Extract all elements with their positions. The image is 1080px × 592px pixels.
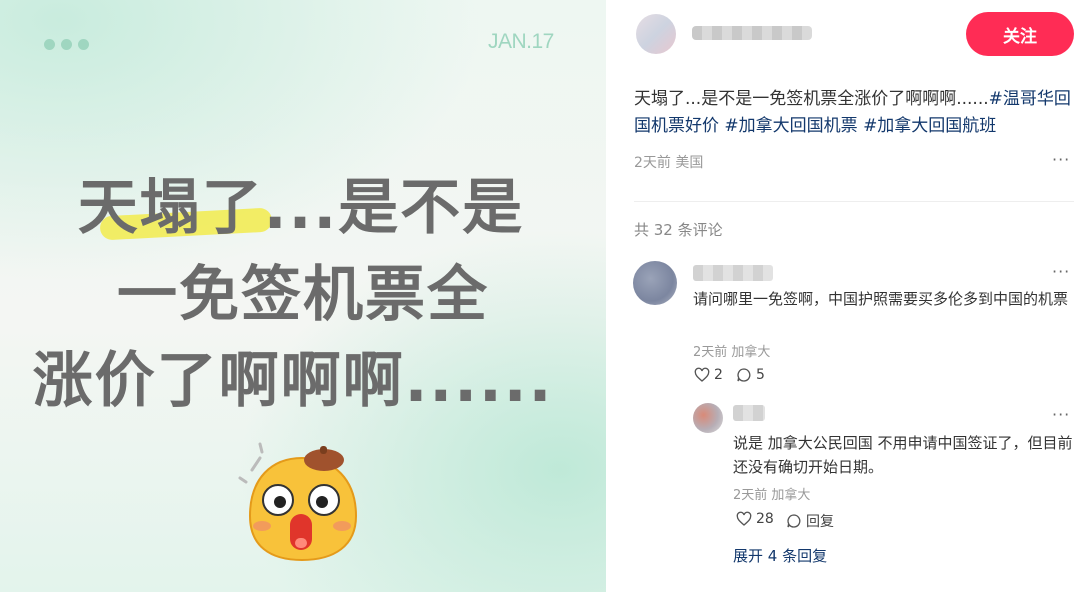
heart-icon — [736, 511, 752, 526]
reply-reply-label: 回复 — [806, 514, 834, 530]
dot — [44, 39, 55, 50]
reply-avatar[interactable] — [693, 403, 723, 433]
image-line-2: 一免签机票全 — [117, 260, 489, 330]
dot — [61, 39, 72, 50]
comment-reply-button[interactable]: 5 — [736, 367, 765, 383]
heart-icon — [694, 367, 710, 382]
image-line-3: 涨价了啊啊啊...... — [32, 346, 554, 416]
image-date: JAN.17 — [488, 30, 554, 53]
dots-decoration — [44, 39, 89, 50]
follow-button[interactable]: 关注 — [966, 12, 1074, 56]
comment-like-count: 2 — [714, 367, 723, 383]
comment-more-icon[interactable]: ··· — [1052, 262, 1070, 281]
author-name-blurred[interactable] — [692, 26, 812, 40]
reply-username-blurred[interactable] — [733, 405, 765, 421]
reply-more-icon[interactable]: ··· — [1052, 405, 1070, 424]
comment-like-button[interactable]: 2 — [694, 367, 723, 383]
page: JAN.17 天塌了...是不是 一免签机票全 涨价了啊啊啊...... 关注 … — [0, 0, 1080, 592]
reply-like-button[interactable]: 28 — [736, 511, 774, 527]
post-text: 天塌了...是不是一免签机票全涨价了啊啊啊......#温哥华回国机票好价 #加… — [634, 86, 1074, 140]
hashtag[interactable]: #加拿大回国机票 — [724, 116, 857, 136]
comment-avatar[interactable] — [633, 261, 677, 305]
comments-count: 共 32 条评论 — [634, 221, 723, 239]
comment-bubble-icon — [787, 514, 801, 528]
comment-reply-count: 5 — [756, 367, 765, 383]
expand-replies-link[interactable]: 展开 4 条回复 — [733, 545, 827, 566]
comment-bubble-icon — [737, 368, 751, 382]
dot — [78, 39, 89, 50]
post-body: 天塌了...是不是一免签机票全涨价了啊啊啊...... — [634, 89, 989, 109]
reply-meta: 2天前 加拿大 — [733, 488, 811, 503]
comment-text: 请问哪里一免签啊，中国护照需要买多伦多到中国的机票 — [693, 290, 1069, 308]
divider — [634, 201, 1074, 202]
reply-text: 说是 加拿大公民回国 不用申请中国签证了，但目前还没有确切开始日期。 — [733, 434, 1073, 476]
shocked-emoji-icon — [238, 438, 368, 568]
post-meta: 2天前 美国 — [634, 155, 704, 171]
post-more-icon[interactable]: ··· — [1052, 150, 1070, 169]
comment-username-blurred[interactable] — [693, 265, 773, 281]
post-detail-panel: 关注 天塌了...是不是一免签机票全涨价了啊啊啊......#温哥华回国机票好价… — [606, 0, 1080, 592]
author-avatar[interactable] — [636, 14, 676, 54]
image-line-1: 天塌了...是不是 — [77, 173, 525, 243]
hashtag[interactable]: #加拿大回国航班 — [863, 116, 996, 136]
reply-reply-button[interactable]: 回复 — [786, 511, 834, 531]
comment-meta: 2天前 加拿大 — [693, 345, 771, 360]
reply-like-count: 28 — [756, 511, 774, 527]
post-image[interactable]: JAN.17 天塌了...是不是 一免签机票全 涨价了啊啊啊...... — [0, 0, 606, 592]
